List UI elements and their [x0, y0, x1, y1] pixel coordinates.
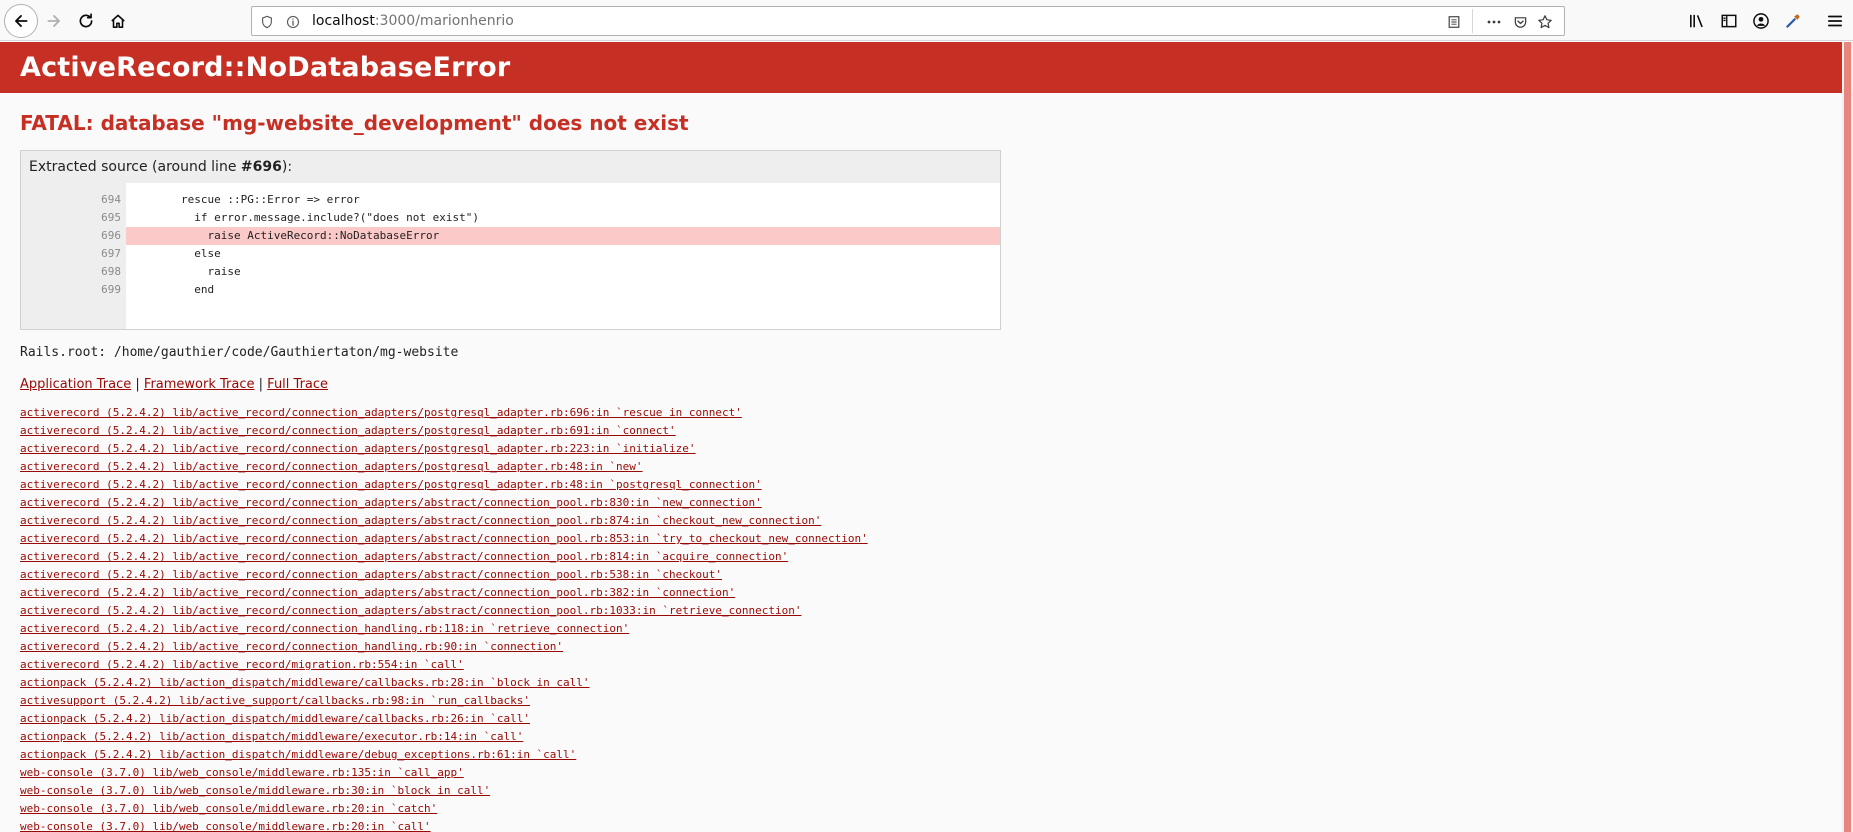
- source-code-body: 694 rescue ::PG::Error => error695 if er…: [21, 183, 1000, 329]
- source-title-prefix: Extracted source (around line: [29, 159, 241, 175]
- code-line: else: [128, 247, 221, 260]
- url-path: :3000/marionhenrio: [374, 13, 514, 29]
- scrollbar-thumb[interactable]: [1844, 42, 1851, 832]
- trace-frame-link[interactable]: web-console (3.7.0) lib/web_console/midd…: [20, 800, 868, 818]
- trace-frame-link[interactable]: activerecord (5.2.4.2) lib/active_record…: [20, 530, 868, 548]
- line-number: 699: [101, 283, 121, 296]
- pocket-icon[interactable]: [1511, 13, 1529, 31]
- full-trace-link[interactable]: Full Trace: [267, 377, 328, 392]
- vertical-scrollbar[interactable]: [1842, 42, 1853, 832]
- trace-frame-link[interactable]: web-console (3.7.0) lib/web_console/midd…: [20, 818, 868, 832]
- eyedropper-icon[interactable]: [1777, 5, 1809, 37]
- extracted-source: Extracted source (around line #696): 694…: [20, 150, 1001, 330]
- trace-frame-link[interactable]: activerecord (5.2.4.2) lib/active_record…: [20, 638, 868, 656]
- code-line: end: [128, 283, 215, 296]
- trace-frame-link[interactable]: activerecord (5.2.4.2) lib/active_record…: [20, 584, 868, 602]
- trace-frame-link[interactable]: activerecord (5.2.4.2) lib/active_record…: [20, 656, 868, 674]
- trace-frames: activerecord (5.2.4.2) lib/active_record…: [20, 404, 868, 832]
- page-content: ActiveRecord::NoDatabaseError FATAL: dat…: [0, 42, 1842, 832]
- source-line-ref: #696: [240, 159, 282, 175]
- trace-frame-link[interactable]: web-console (3.7.0) lib/web_console/midd…: [20, 764, 868, 782]
- trace-frame-link[interactable]: activerecord (5.2.4.2) lib/active_record…: [20, 440, 868, 458]
- shield-icon[interactable]: [258, 13, 276, 31]
- back-arrow-icon[interactable]: [4, 4, 38, 38]
- source-title: Extracted source (around line #696):: [29, 159, 292, 175]
- hamburger-menu-icon[interactable]: [1819, 5, 1851, 37]
- home-icon[interactable]: [102, 5, 134, 37]
- line-number: 694: [101, 193, 121, 206]
- trace-frame-link[interactable]: activerecord (5.2.4.2) lib/active_record…: [20, 422, 868, 440]
- trace-frame-link[interactable]: activerecord (5.2.4.2) lib/active_record…: [20, 566, 868, 584]
- url-host: localhost: [312, 13, 375, 29]
- trace-frame-link[interactable]: activerecord (5.2.4.2) lib/active_record…: [20, 512, 868, 530]
- rails-root: Rails.root: /home/gauthier/code/Gauthier…: [20, 345, 459, 360]
- error-header: ActiveRecord::NoDatabaseError: [0, 42, 1842, 93]
- reload-icon[interactable]: [70, 5, 102, 37]
- trace-separator: |: [131, 377, 144, 392]
- url-text[interactable]: localhost:3000/marionhenrio: [312, 13, 514, 29]
- library-icon[interactable]: [1681, 5, 1713, 37]
- code-line: if error.message.include?("does not exis…: [128, 211, 479, 224]
- line-number: 698: [101, 265, 121, 278]
- trace-frame-link[interactable]: actionpack (5.2.4.2) lib/action_dispatch…: [20, 674, 868, 692]
- highlighted-code-line: raise ActiveRecord::NoDatabaseError: [126, 227, 1000, 245]
- info-icon[interactable]: [284, 13, 302, 31]
- trace-frame-link[interactable]: activerecord (5.2.4.2) lib/active_record…: [20, 476, 868, 494]
- trace-frame-link[interactable]: actionpack (5.2.4.2) lib/action_dispatch…: [20, 746, 868, 764]
- trace-frame-link[interactable]: activerecord (5.2.4.2) lib/active_record…: [20, 458, 868, 476]
- trace-frame-link[interactable]: activerecord (5.2.4.2) lib/active_record…: [20, 494, 868, 512]
- trace-frame-link[interactable]: activerecord (5.2.4.2) lib/active_record…: [20, 404, 868, 422]
- url-bar[interactable]: localhost:3000/marionhenrio: [251, 6, 1565, 36]
- line-number: 697: [101, 247, 121, 260]
- source-title-suffix: ):: [281, 159, 293, 175]
- framework-trace-link[interactable]: Framework Trace: [144, 377, 255, 392]
- star-icon[interactable]: [1536, 13, 1554, 31]
- application-trace-link[interactable]: Application Trace: [20, 377, 131, 392]
- trace-frame-link[interactable]: activesupport (5.2.4.2) lib/active_suppo…: [20, 692, 868, 710]
- line-number: 696: [101, 229, 121, 242]
- trace-frame-link[interactable]: actionpack (5.2.4.2) lib/action_dispatch…: [20, 728, 868, 746]
- code-line: raise: [128, 265, 241, 278]
- code-line: rescue ::PG::Error => error: [128, 193, 360, 206]
- trace-frame-link[interactable]: activerecord (5.2.4.2) lib/active_record…: [20, 620, 868, 638]
- url-divider: [1472, 9, 1473, 33]
- error-title: ActiveRecord::NoDatabaseError: [20, 52, 511, 83]
- line-number: 695: [101, 211, 121, 224]
- sidebar-icon[interactable]: [1713, 5, 1745, 37]
- browser-toolbar: localhost:3000/marionhenrio: [0, 0, 1853, 41]
- forward-arrow-icon[interactable]: [38, 5, 70, 37]
- reader-view-icon[interactable]: [1445, 13, 1463, 31]
- trace-frame-link[interactable]: activerecord (5.2.4.2) lib/active_record…: [20, 602, 868, 620]
- trace-frame-link[interactable]: web-console (3.7.0) lib/web_console/midd…: [20, 782, 868, 800]
- trace-frame-link[interactable]: actionpack (5.2.4.2) lib/action_dispatch…: [20, 710, 868, 728]
- error-message: FATAL: database "mg-website_development"…: [20, 111, 689, 135]
- trace-separator: |: [254, 377, 268, 392]
- more-actions-icon[interactable]: [1485, 13, 1503, 31]
- trace-links: Application Trace | Framework Trace | Fu…: [20, 377, 328, 392]
- account-icon[interactable]: [1745, 5, 1777, 37]
- trace-frame-link[interactable]: activerecord (5.2.4.2) lib/active_record…: [20, 548, 868, 566]
